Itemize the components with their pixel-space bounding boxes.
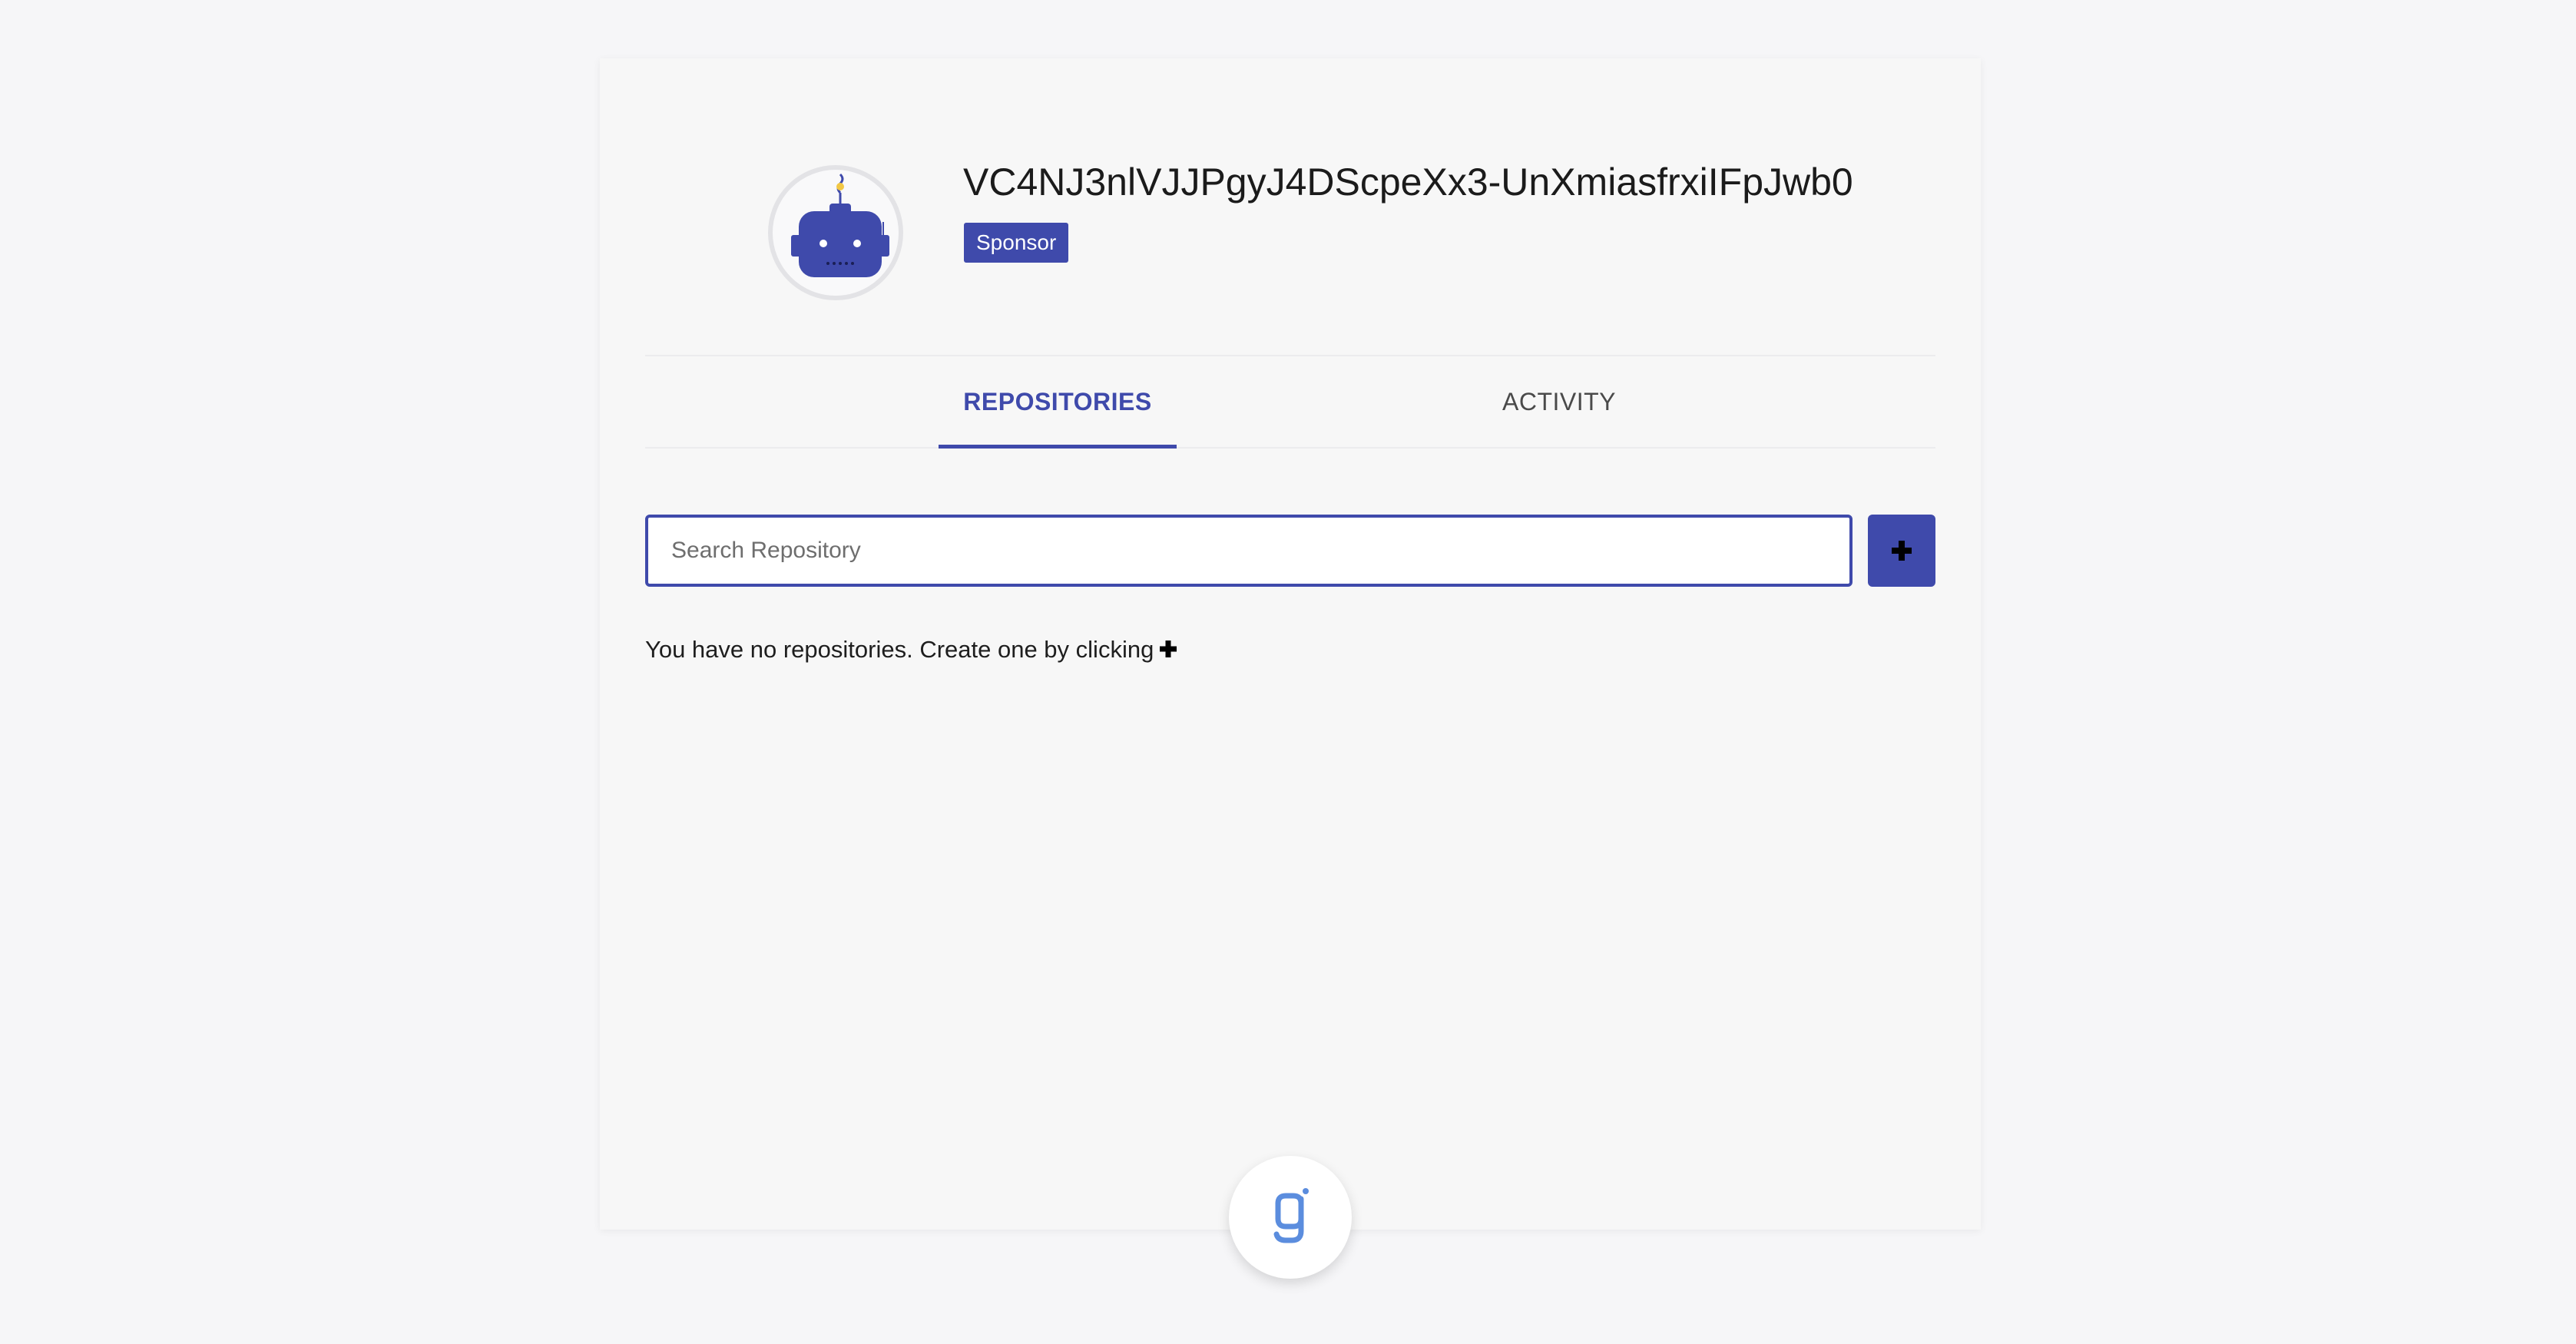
empty-state-text: You have no repositories. Create one by … — [645, 636, 1154, 663]
tabs-divider-top — [645, 355, 1935, 356]
app-logo-button[interactable] — [1229, 1156, 1352, 1279]
avatar — [768, 165, 903, 300]
tab-repositories[interactable]: REPOSITORIES — [939, 356, 1177, 449]
status-badge: Sponsor — [964, 223, 1069, 263]
tab-activity[interactable]: ACTIVITY — [1467, 356, 1651, 447]
robot-avatar-icon — [791, 173, 889, 277]
tab-repositories-label: REPOSITORIES — [963, 388, 1152, 415]
search-input[interactable] — [645, 515, 1853, 587]
tabs-divider-bottom — [645, 447, 1935, 449]
tab-activity-label: ACTIVITY — [1502, 388, 1616, 415]
active-tab-indicator — [939, 445, 1177, 449]
plus-icon — [1892, 541, 1912, 561]
page: VC4NJ3nlVJJPgyJ4DScpeXx3-UnXmiasfrxiIFpJ… — [0, 0, 2576, 1344]
empty-state-message: You have no repositories. Create one by … — [645, 636, 1178, 665]
username: VC4NJ3nlVJJPgyJ4DScpeXx3-UnXmiasfrxiIFpJ… — [963, 161, 1853, 204]
plus-icon — [1158, 637, 1178, 665]
add-repository-button[interactable] — [1868, 515, 1935, 587]
g-logo-icon — [1273, 1188, 1309, 1243]
